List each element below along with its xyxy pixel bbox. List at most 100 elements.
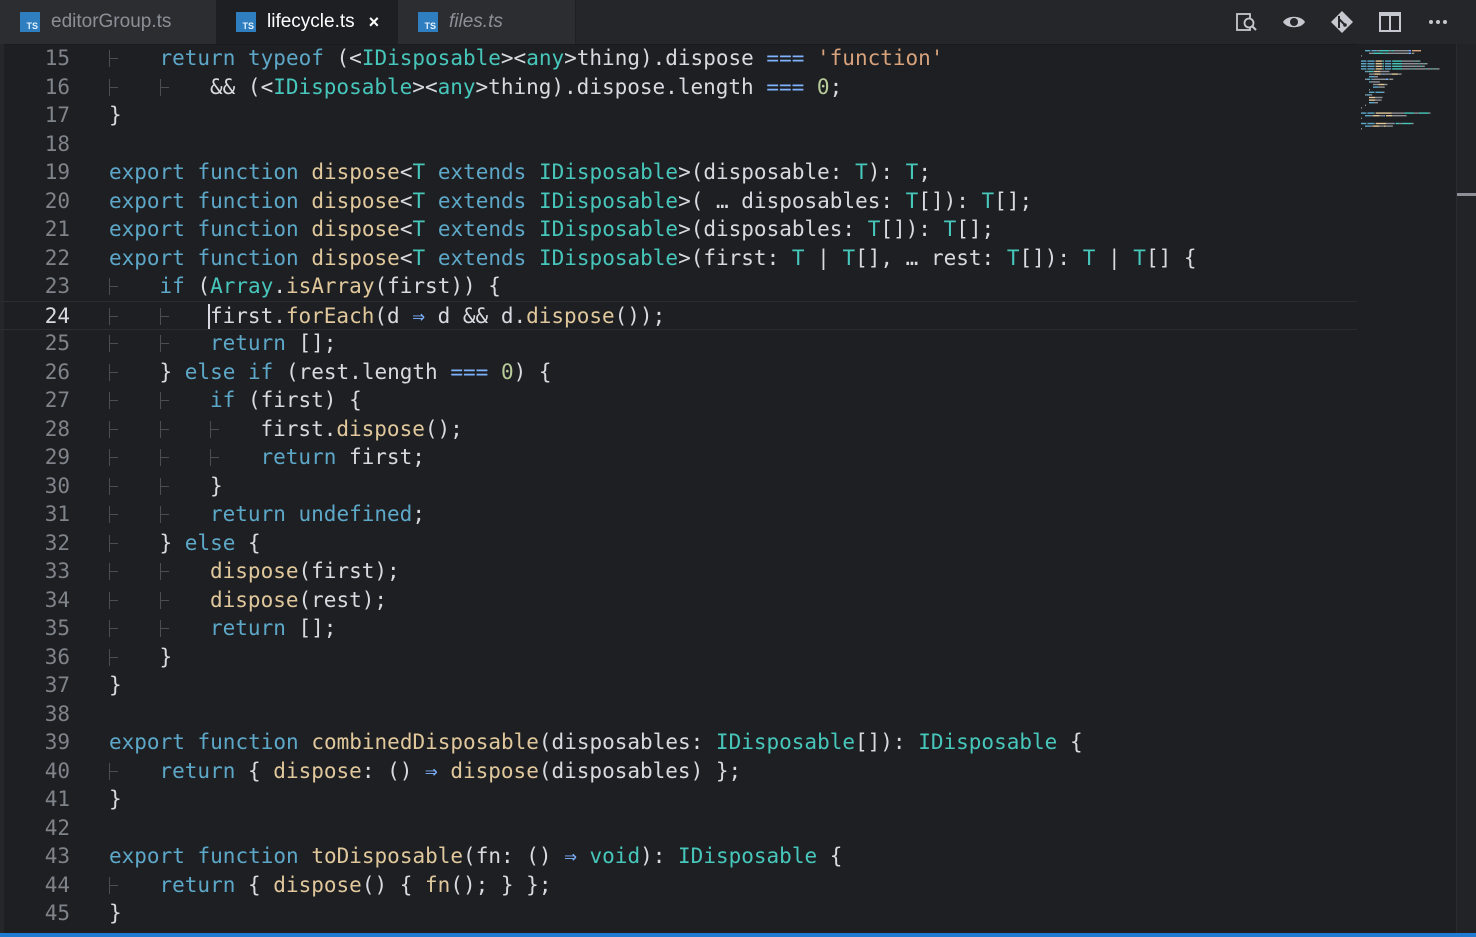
code-token: Array [210, 274, 274, 298]
code-token: === [450, 359, 489, 384]
minimap-token [1373, 83, 1379, 86]
code-line[interactable]: 33 dispose(first); [0, 557, 1357, 586]
code-token: dispose [450, 758, 539, 783]
code-line[interactable]: 43 export function toDisposable(fn: () ⇒ … [0, 842, 1357, 871]
code-text: first.forEach(d ⇒ d && d.dispose()); [210, 302, 665, 331]
code-token: >< [500, 46, 527, 70]
code-token: else [184, 359, 236, 384]
minimap-token [1414, 112, 1419, 114]
minimap-token [1369, 91, 1375, 93]
code-line[interactable]: 41} [0, 785, 1357, 814]
code-line[interactable]: 30} [0, 472, 1357, 501]
tab-editorgroup[interactable]: TS editorGroup.ts [0, 0, 218, 44]
line-number: 36 [44, 644, 70, 669]
code-line[interactable]: 27 if (first) { [0, 386, 1357, 415]
code-line[interactable]: 32} else { [0, 529, 1357, 558]
code-token: d && d. [424, 303, 527, 328]
minimap-token [1381, 65, 1383, 67]
close-icon[interactable]: × [369, 12, 380, 33]
code-line[interactable]: 15 return typeof (<IDisposable><any>thing… [0, 44, 1357, 73]
code-text: export function dispose<T extends IDispo… [109, 215, 994, 244]
code-line[interactable]: 40 return { dispose: () ⇒ dispose(disposa… [0, 757, 1357, 786]
code-token: first. [210, 303, 286, 328]
code-token: typeof [248, 46, 324, 70]
code-token: ; [918, 160, 931, 184]
code-line[interactable]: 35 return []; [0, 614, 1357, 643]
code-token: T [412, 160, 426, 184]
minimap-token [1370, 115, 1374, 117]
open-changes-icon[interactable] [1222, 0, 1270, 44]
code-token: return [210, 616, 286, 640]
code-line[interactable]: 42 [0, 814, 1357, 843]
code-text: return { dispose() { fn(); } }; [160, 871, 552, 900]
line-number: 27 [44, 388, 70, 412]
code-text: return []; [210, 329, 336, 358]
code-text: } [109, 899, 122, 928]
split-editor-icon[interactable] [1366, 0, 1414, 44]
minimap-token [1391, 50, 1394, 52]
tab-lifecycle[interactable]: TS lifecycle.ts × [216, 0, 400, 44]
tab-files[interactable]: TS files.ts [398, 0, 576, 44]
code-token: dispose [311, 188, 400, 213]
code-line[interactable]: 28 first.dispose(); [0, 415, 1357, 444]
code-line[interactable]: 39 export function combinedDisposable(dis… [0, 728, 1357, 757]
code-token: T [905, 160, 919, 184]
code-token: []; [285, 331, 337, 355]
code-token: IDisposable [918, 730, 1058, 754]
minimap-token [1399, 122, 1402, 125]
minimap-token [1415, 60, 1419, 62]
code-token: T [905, 188, 919, 213]
code-line[interactable]: 37} [0, 671, 1357, 700]
minimap-token [1365, 115, 1371, 117]
code-token: []; [994, 188, 1033, 213]
editor-actions [1222, 0, 1462, 44]
minimap-token [1422, 65, 1425, 67]
toggle-diff-icon[interactable] [1270, 0, 1318, 44]
code-line[interactable]: 21 export function dispose<T extends IDis… [0, 215, 1357, 244]
git-compare-icon[interactable] [1318, 0, 1366, 44]
code-line[interactable]: 29 return first; [0, 443, 1357, 472]
indent-guide [159, 420, 172, 438]
minimap-token [1361, 117, 1362, 119]
code-line[interactable]: 16 && (<IDisposable><any>thing).dispose.l… [0, 73, 1357, 102]
indent-guide [109, 50, 121, 67]
code-line[interactable]: 45} [0, 899, 1357, 928]
code-token: dispose [311, 217, 400, 241]
minimap-token [1393, 50, 1409, 52]
code-line[interactable]: 25 return []; [0, 329, 1357, 358]
line-number: 40 [44, 758, 70, 783]
code-line[interactable]: 22 export function dispose<T extends IDis… [0, 244, 1357, 273]
code-line[interactable]: 24 first.forEach(d ⇒ d && d.dispose()); [0, 300, 1357, 331]
more-actions-icon[interactable] [1414, 0, 1462, 44]
minimap-token [1382, 63, 1384, 65]
minimap-token [1376, 50, 1380, 52]
code-token: T [412, 245, 426, 270]
minimap-token [1371, 50, 1377, 52]
vertical-scrollbar[interactable] [1456, 44, 1476, 933]
code-token: } [159, 644, 173, 669]
code-line[interactable]: 17} [0, 101, 1357, 130]
indent-guide [109, 278, 121, 295]
code-line[interactable]: 19 export function dispose<T extends IDis… [0, 158, 1357, 187]
code-token: (); [424, 416, 463, 441]
minimap-token [1381, 63, 1383, 65]
code-line[interactable]: 44 return { dispose() { fn(); } }; [0, 871, 1357, 900]
code-line[interactable]: 36} [0, 643, 1357, 672]
code-line[interactable]: 26} else if (rest.length === 0) { [0, 358, 1357, 387]
minimap-token [1384, 60, 1392, 62]
minimap-token [1367, 65, 1375, 67]
code-line[interactable]: 38 [0, 700, 1357, 729]
code-line[interactable]: 34 dispose(rest); [0, 586, 1357, 615]
code-line[interactable]: 20 export function dispose<T extends IDis… [0, 187, 1357, 216]
code-token: } [159, 530, 185, 555]
code-line[interactable]: 31 return undefined; [0, 500, 1357, 529]
minimap-token [1379, 115, 1384, 117]
minimap-token [1402, 63, 1419, 65]
minimap[interactable] [1357, 44, 1456, 933]
minimap-token [1375, 63, 1382, 65]
code-editor[interactable]: 15 return typeof (<IDisposable><any>thing… [0, 44, 1476, 933]
code-line[interactable]: 18 [0, 130, 1357, 159]
indent-guide [159, 449, 172, 466]
code-line[interactable]: 23 if (Array.isArray(first)) { [0, 272, 1357, 301]
